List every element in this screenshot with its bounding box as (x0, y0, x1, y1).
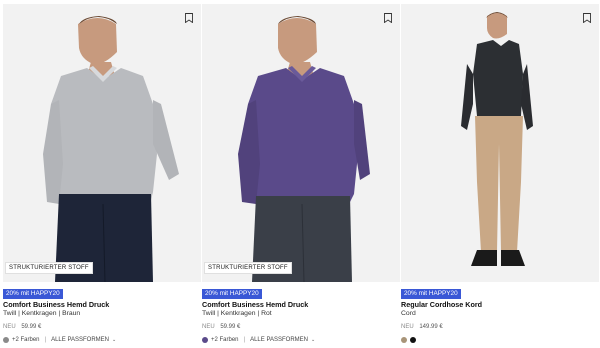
color-swatch[interactable] (202, 337, 208, 343)
product-title[interactable]: Regular Cordhose Kord (401, 300, 482, 309)
bookmark-icon[interactable] (583, 10, 591, 24)
price: 59.99 € (220, 324, 241, 330)
separator: | (243, 337, 246, 343)
price-prefix: NEU (3, 324, 16, 330)
price: 149.99 € (419, 324, 443, 330)
model-photo (401, 4, 599, 282)
fabric-badge: STRUKTURIERTER STOFF (204, 262, 292, 274)
product-title[interactable]: Comfort Business Hemd Druck (3, 300, 109, 309)
more-colors-link[interactable]: +2 Farben (211, 337, 239, 343)
product-card-3[interactable]: 20% mit HAPPY20 Regular Cordhose Kord Co… (401, 0, 599, 348)
price-prefix: NEU (202, 324, 215, 330)
more-colors-link[interactable]: +2 Farben (12, 337, 40, 343)
price-row: NEU 149.99 € (401, 324, 443, 330)
fit-selector[interactable]: ALLE PASSFORMEN (250, 337, 308, 343)
price-prefix: NEU (401, 324, 414, 330)
model-photo (202, 4, 400, 282)
promo-badge: 20% mit HAPPY20 (401, 289, 461, 299)
color-swatch-beige[interactable] (401, 337, 407, 343)
color-options (401, 337, 416, 343)
product-image[interactable]: STRUKTURIERTER STOFF (3, 4, 201, 282)
promo-badge: 20% mit HAPPY20 (202, 289, 262, 299)
fit-selector[interactable]: ALLE PASSFORMEN (51, 337, 109, 343)
color-options: +2 Farben | ALLE PASSFORMEN ⌄ (3, 337, 116, 343)
chevron-down-icon[interactable]: ⌄ (112, 337, 116, 343)
model-photo (3, 4, 201, 282)
product-card-2[interactable]: STRUKTURIERTER STOFF 20% mit HAPPY20 Com… (202, 0, 400, 348)
color-swatch-black[interactable] (410, 337, 416, 343)
price-row: NEU 59.99 € (202, 324, 240, 330)
product-subtitle: Twill | Kentkragen | Rot (202, 310, 272, 317)
separator: | (44, 337, 47, 343)
product-image[interactable] (401, 4, 599, 282)
chevron-down-icon[interactable]: ⌄ (311, 337, 315, 343)
color-options: +2 Farben | ALLE PASSFORMEN ⌄ (202, 337, 315, 343)
promo-badge: 20% mit HAPPY20 (3, 289, 63, 299)
price: 59.99 € (21, 324, 42, 330)
product-title[interactable]: Comfort Business Hemd Druck (202, 300, 308, 309)
color-swatch[interactable] (3, 337, 9, 343)
product-image[interactable]: STRUKTURIERTER STOFF (202, 4, 400, 282)
product-subtitle: Twill | Kentkragen | Braun (3, 310, 81, 317)
bookmark-icon[interactable] (384, 10, 392, 24)
product-card-1[interactable]: STRUKTURIERTER STOFF 20% mit HAPPY20 Com… (3, 0, 201, 348)
bookmark-icon[interactable] (185, 10, 193, 24)
product-subtitle: Cord (401, 310, 416, 317)
price-row: NEU 59.99 € (3, 324, 41, 330)
fabric-badge: STRUKTURIERTER STOFF (5, 262, 93, 274)
